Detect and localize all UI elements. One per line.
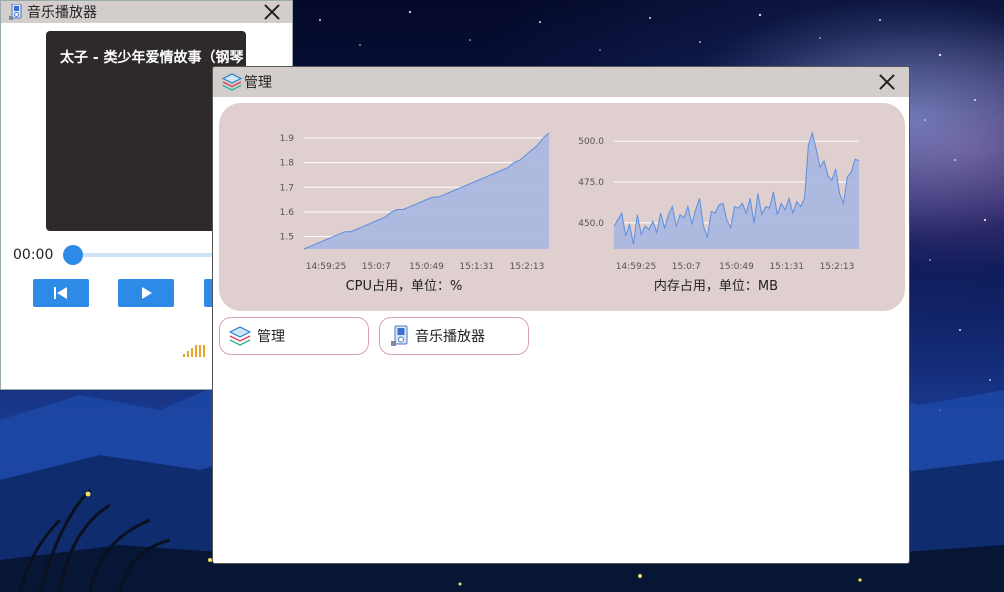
manager-window: 管理 1.5 1.6 1.7 1.8 1.9 14:59:25 15:0:7 15:0:49 1…: [212, 66, 910, 564]
memory-chart-caption: 内存占用，单位：MB: [653, 279, 779, 294]
manager-window-close-button[interactable]: [877, 72, 897, 92]
x-tick-label: 15:2:13: [820, 262, 855, 272]
x-tick-label: 15:0:7: [672, 262, 701, 272]
y-tick-label: 1.6: [280, 208, 295, 218]
manager-window-title: 管理: [244, 75, 272, 91]
resource-charts-panel: 1.5 1.6 1.7 1.8 1.9 14:59:25 15:0:7 15:0:49 15:1…: [219, 103, 905, 311]
cpu-usage-chart: 1.5 1.6 1.7 1.8 1.9 14:59:25 15:0:7 15:0:49 15:1…: [280, 132, 550, 272]
layers-icon: [221, 72, 243, 92]
x-tick-label: 14:59:25: [306, 262, 346, 272]
y-tick-label: 1.8: [280, 159, 295, 169]
volume-bars-icon[interactable]: [183, 341, 205, 357]
y-tick-label: 1.7: [280, 183, 294, 193]
music-window-title: 音乐播放器: [27, 5, 97, 21]
music-window-close-button[interactable]: [262, 2, 282, 22]
x-tick-label: 14:59:25: [616, 262, 656, 272]
task-button-music-player[interactable]: 音乐播放器: [379, 317, 529, 355]
y-tick-label: 500.0: [578, 137, 604, 147]
memory-usage-chart: 450.0 475.0 500.0 14:59:25 15:0:7 15:0:49 15:1…: [578, 131, 860, 272]
x-tick-label: 15:2:13: [510, 262, 545, 272]
play-icon: [142, 287, 152, 299]
music-player-icon: [9, 3, 23, 20]
task-label: 音乐播放器: [415, 329, 485, 345]
x-tick-label: 15:0:7: [362, 262, 391, 272]
task-label: 管理: [257, 329, 285, 345]
y-tick-label: 1.5: [280, 233, 294, 243]
y-tick-label: 1.9: [280, 134, 295, 144]
y-tick-label: 475.0: [578, 178, 604, 188]
progress-knob[interactable]: [63, 245, 83, 265]
x-tick-label: 15:1:31: [459, 262, 494, 272]
previous-button[interactable]: [33, 279, 89, 307]
layers-icon: [228, 325, 252, 347]
x-tick-label: 15:1:31: [769, 262, 804, 272]
song-title: 太子 - 类少年爱情故事（钢琴: [60, 50, 244, 66]
skip-previous-icon: [54, 287, 67, 299]
task-button-manager[interactable]: 管理: [219, 317, 369, 355]
music-window-titlebar[interactable]: 音乐播放器: [1, 1, 292, 23]
music-player-icon: [391, 325, 409, 347]
cpu-chart-caption: CPU占用，单位：%: [345, 279, 463, 294]
series-area: [614, 133, 859, 249]
manager-window-titlebar[interactable]: 管理: [213, 67, 909, 97]
y-tick-label: 450.0: [578, 219, 604, 229]
play-button[interactable]: [118, 279, 174, 307]
current-time: 00:00: [13, 247, 54, 263]
series-area: [304, 133, 549, 249]
x-tick-label: 15:0:49: [409, 262, 444, 272]
x-tick-label: 15:0:49: [719, 262, 754, 272]
